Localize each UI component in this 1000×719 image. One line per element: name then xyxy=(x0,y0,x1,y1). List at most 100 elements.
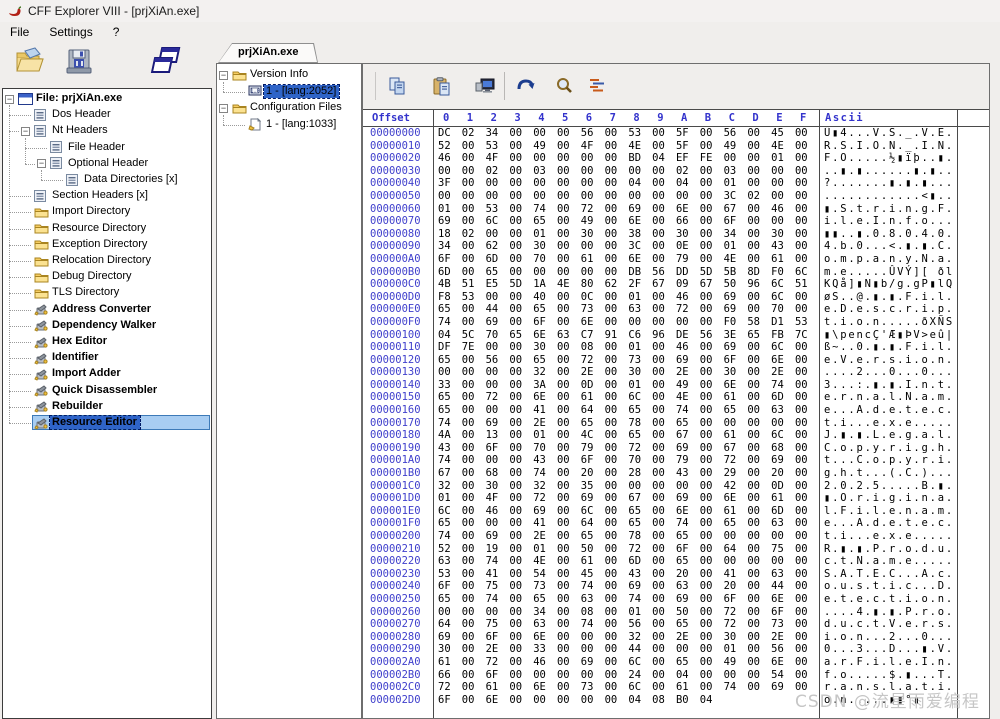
hex-byte-cell[interactable]: 00 xyxy=(605,240,629,253)
hex-byte-cell[interactable]: 00 xyxy=(462,593,486,606)
hex-byte-cell[interactable]: 00 xyxy=(747,568,771,581)
ascii-cell[interactable]: F.O.....½▮ïþ..▮. xyxy=(824,152,954,165)
hex-byte-cell[interactable]: 69 xyxy=(676,442,700,455)
hex-byte-cell[interactable]: 00 xyxy=(795,593,819,606)
hex-byte-cell[interactable]: 30 xyxy=(581,228,605,241)
tree-item-data-directories-x[interactable]: Data Directories [x] xyxy=(3,172,211,188)
hex-byte-cell[interactable]: DE xyxy=(676,329,700,342)
hex-byte-cell[interactable]: 00 xyxy=(462,203,486,216)
hex-byte-cell[interactable]: 00 xyxy=(700,631,724,644)
hex-byte-cell[interactable]: 32 xyxy=(533,366,557,379)
hex-byte-cell[interactable]: 4E xyxy=(628,140,652,153)
hex-byte-cell[interactable]: 00 xyxy=(652,606,676,619)
hex-byte-cell[interactable]: 6F xyxy=(438,694,462,707)
hex-byte-cell[interactable]: 00 xyxy=(581,669,605,682)
hex-byte-cell[interactable]: 70 xyxy=(486,329,510,342)
hex-byte-cell[interactable]: 00 xyxy=(628,190,652,203)
hex-byte-cell[interactable]: 65 xyxy=(676,555,700,568)
ascii-cell[interactable]: d.u.c.t.V.e.r.s. xyxy=(824,618,954,631)
hex-byte-cell[interactable]: 00 xyxy=(795,530,819,543)
hex-byte-cell[interactable]: 6C xyxy=(581,505,605,518)
hex-byte-cell[interactable]: 00 xyxy=(581,266,605,279)
hex-byte-cell[interactable]: 6E xyxy=(628,215,652,228)
hex-byte-cell[interactable]: 00 xyxy=(486,228,510,241)
hex-byte-cell[interactable]: 72 xyxy=(581,203,605,216)
hex-byte-cell[interactable]: 00 xyxy=(462,530,486,543)
hex-byte-cell[interactable]: 00 xyxy=(605,316,629,329)
expander-minus-icon[interactable]: − xyxy=(37,159,46,168)
hex-byte-cell[interactable]: 00 xyxy=(771,417,795,430)
hex-byte-cell[interactable]: 00 xyxy=(628,165,652,178)
hex-byte-cell[interactable]: 63 xyxy=(438,555,462,568)
hex-byte-cell[interactable]: 00 xyxy=(652,228,676,241)
hex-byte-cell[interactable]: 00 xyxy=(795,568,819,581)
hex-byte-cell[interactable]: 30 xyxy=(724,366,748,379)
hex-byte-cell[interactable]: 63 xyxy=(771,404,795,417)
hex-byte-cell[interactable]: 00 xyxy=(795,681,819,694)
hex-byte-cell[interactable]: 96 xyxy=(747,278,771,291)
hex-byte-cell[interactable]: 00 xyxy=(509,454,533,467)
hex-byte-cell[interactable]: 00 xyxy=(462,266,486,279)
hex-byte-cell[interactable]: 80 xyxy=(581,278,605,291)
hex-offset-cell[interactable]: 00000060 xyxy=(370,203,421,216)
hex-byte-cell[interactable]: 75 xyxy=(771,543,795,556)
ascii-cell[interactable]: C.o.p.y.r.i.g.h. xyxy=(824,442,954,455)
hex-byte-cell[interactable]: 00 xyxy=(605,127,629,140)
hex-byte-cell[interactable]: 00 xyxy=(747,505,771,518)
hex-byte-cell[interactable]: 00 xyxy=(605,228,629,241)
hex-byte-cell[interactable]: 4A xyxy=(438,429,462,442)
hex-byte-cell[interactable]: 00 xyxy=(581,165,605,178)
hex-byte-cell[interactable]: 8D xyxy=(747,266,771,279)
hex-byte-cell[interactable]: 00 xyxy=(652,165,676,178)
hex-byte-cell[interactable]: 0D xyxy=(581,379,605,392)
hex-byte-cell[interactable]: 00 xyxy=(700,429,724,442)
hex-byte-cell[interactable]: 00 xyxy=(509,505,533,518)
search-button[interactable] xyxy=(555,77,573,95)
hex-byte-cell[interactable]: 74 xyxy=(581,580,605,593)
hex-byte-cell[interactable]: 49 xyxy=(676,379,700,392)
goto-offset-button[interactable] xyxy=(589,77,605,94)
hex-byte-cell[interactable]: 00 xyxy=(557,429,581,442)
ascii-cell[interactable]: ▮.S.t.r.i.n.g.F. xyxy=(824,203,954,216)
hex-byte-cell[interactable]: 74 xyxy=(628,593,652,606)
hex-byte-cell[interactable]: 19 xyxy=(486,543,510,556)
hex-byte-cell[interactable]: 0E xyxy=(676,240,700,253)
hex-byte-cell[interactable]: 65 xyxy=(486,266,510,279)
hex-byte-cell[interactable]: 00 xyxy=(605,354,629,367)
hex-byte-cell[interactable]: 00 xyxy=(652,467,676,480)
hex-byte-cell[interactable]: 00 xyxy=(700,379,724,392)
hex-byte-cell[interactable]: 5B xyxy=(724,266,748,279)
hex-offset-cell[interactable]: 00000290 xyxy=(370,643,421,656)
hex-byte-cell[interactable]: 65 xyxy=(438,517,462,530)
hex-byte-cell[interactable]: 00 xyxy=(652,215,676,228)
hex-byte-cell[interactable]: 00 xyxy=(605,442,629,455)
hex-offset-cell[interactable]: 000000D0 xyxy=(370,291,421,304)
hex-byte-cell[interactable]: 01 xyxy=(724,643,748,656)
tree-item-dos-header[interactable]: Dos Header xyxy=(3,107,211,123)
hex-byte-cell[interactable]: 00 xyxy=(795,669,819,682)
hex-byte-cell[interactable]: 00 xyxy=(795,291,819,304)
hex-byte-cell[interactable]: 00 xyxy=(700,467,724,480)
hex-byte-cell[interactable]: 00 xyxy=(509,543,533,556)
hex-byte-cell[interactable]: 6E xyxy=(628,253,652,266)
hex-byte-cell[interactable]: 69 xyxy=(438,215,462,228)
hex-byte-cell[interactable]: 00 xyxy=(747,580,771,593)
hex-byte-cell[interactable]: 69 xyxy=(533,505,557,518)
hex-byte-cell[interactable]: 00 xyxy=(462,190,486,203)
hex-byte-cell[interactable]: 00 xyxy=(747,366,771,379)
hex-byte-cell[interactable]: 00 xyxy=(557,606,581,619)
hex-byte-cell[interactable]: 00 xyxy=(795,543,819,556)
hex-byte-cell[interactable]: 00 xyxy=(700,618,724,631)
hex-byte-cell[interactable]: 96 xyxy=(652,329,676,342)
hex-byte-cell[interactable]: 53 xyxy=(438,568,462,581)
hex-byte-cell[interactable]: 00 xyxy=(557,492,581,505)
hex-byte-cell[interactable]: 00 xyxy=(509,480,533,493)
ascii-cell[interactable]: t...C.o.p.y.r.i. xyxy=(824,454,954,467)
hex-byte-cell[interactable]: 00 xyxy=(533,266,557,279)
hex-byte-cell[interactable]: 65 xyxy=(724,517,748,530)
hex-byte-cell[interactable]: 64 xyxy=(438,618,462,631)
hex-byte-cell[interactable]: 65 xyxy=(724,404,748,417)
hex-byte-cell[interactable]: 00 xyxy=(605,404,629,417)
paste-button[interactable] xyxy=(433,77,451,96)
hex-byte-cell[interactable]: 00 xyxy=(438,165,462,178)
